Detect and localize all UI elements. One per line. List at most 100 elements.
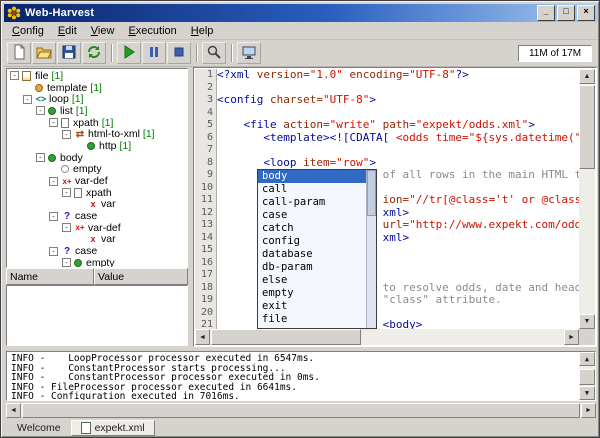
pause-icon [146, 44, 162, 63]
tree-node-case[interactable]: -?case [7, 210, 187, 222]
tree-node-count: [1] [72, 93, 84, 105]
tree-node-empty[interactable]: empty [7, 164, 187, 176]
autocomplete-list: bodycallcall-paramcasecatchconfigdatabas… [258, 170, 367, 328]
run-button[interactable] [117, 42, 141, 64]
autocomplete-item-catch[interactable]: catch [258, 222, 367, 235]
tab-expekt-xml[interactable]: expekt.xml [71, 420, 155, 436]
menu-edit[interactable]: Edit [51, 23, 84, 39]
tree-expander-icon[interactable]: - [36, 153, 45, 162]
autocomplete-item-database[interactable]: database [258, 248, 367, 261]
autocomplete-item-db-param[interactable]: db-param [258, 261, 367, 274]
menu-view[interactable]: View [84, 23, 122, 39]
bottom-horizontal-scrollbar[interactable]: ◄ ► [6, 403, 596, 418]
scroll-up-icon[interactable]: ▲ [585, 355, 589, 363]
code-segment: ion= [383, 193, 410, 206]
open-config-button[interactable] [32, 42, 56, 64]
maximize-button[interactable]: □ [557, 5, 575, 21]
titlebar[interactable]: Web-Harvest _ □ × [4, 4, 598, 22]
tree-expander-icon[interactable]: - [49, 212, 58, 221]
editor-hscroll-thumb[interactable] [211, 329, 361, 345]
scroll-right-icon[interactable]: ► [568, 334, 575, 341]
tree-node-html-to-xml[interactable]: -⇄html-to-xml[1] [7, 128, 187, 140]
scroll-left-icon[interactable]: ◄ [10, 407, 17, 414]
tree-node-xpath[interactable]: -xpath [7, 187, 187, 199]
save-icon [61, 44, 77, 63]
var-icon: x [87, 199, 99, 209]
log-vertical-scrollbar[interactable]: ▲ ▼ [579, 352, 595, 400]
tree-expander-icon[interactable]: - [36, 106, 45, 115]
save-config-button[interactable] [57, 42, 81, 64]
scroll-up-icon[interactable]: ▲ [584, 73, 591, 80]
tree-node-var-def[interactable]: -x+var-def [7, 222, 187, 234]
log-vscroll-thumb[interactable] [579, 369, 595, 385]
line-number: 7 [195, 144, 213, 157]
tree-node-case[interactable]: -?case [7, 245, 187, 257]
menu-config[interactable]: Config [5, 23, 51, 39]
tree-expander-icon[interactable]: - [23, 95, 32, 104]
tree-expander-icon[interactable]: - [10, 71, 19, 80]
tree-expander-icon[interactable]: - [62, 258, 71, 267]
tree-node-template[interactable]: template[1] [7, 82, 187, 94]
minimize-button[interactable]: _ [537, 5, 555, 21]
editor-vertical-scrollbar[interactable]: ▲ ▼ [579, 69, 595, 329]
code-segment: "expekt/odds.xml" [416, 118, 529, 131]
tree-expander-icon[interactable]: - [49, 247, 58, 256]
autocomplete-item-body[interactable]: body [258, 170, 367, 183]
open-folder-icon [36, 44, 52, 63]
autocomplete-item-file[interactable]: file [258, 313, 367, 326]
tree-node-var-def[interactable]: -x+var-def [7, 175, 187, 187]
scroll-down-icon[interactable]: ▼ [585, 389, 589, 397]
autocomplete-item-empty[interactable]: empty [258, 287, 367, 300]
tree-node-body[interactable]: -body [7, 152, 187, 164]
autocomplete-item-call-param[interactable]: call-param [258, 196, 367, 209]
editor-vscroll-thumb[interactable] [579, 85, 595, 169]
editor-horizontal-scrollbar[interactable]: ◄ ► [195, 329, 579, 345]
column-header-name[interactable]: Name [6, 268, 94, 285]
menu-help[interactable]: Help [184, 23, 221, 39]
pause-button[interactable] [142, 42, 166, 64]
code-line: <?xml version="1.0" encoding="UTF-8"?> [217, 69, 579, 82]
scroll-right-icon[interactable]: ► [585, 407, 592, 414]
code-segment: <?xml [217, 69, 257, 81]
scroll-down-icon[interactable]: ▼ [584, 318, 591, 325]
column-header-value[interactable]: Value [94, 268, 188, 285]
tree-node-list[interactable]: -list[1] [7, 105, 187, 117]
tree-node-loop[interactable]: -<>loop[1] [7, 93, 187, 105]
new-config-button[interactable] [7, 42, 31, 64]
tree-node-file[interactable]: -file[1] [7, 70, 187, 82]
runtime-config-button[interactable] [237, 42, 261, 64]
autocomplete-item-config[interactable]: config [258, 235, 367, 248]
bottom-hscroll-thumb[interactable] [22, 403, 580, 418]
tree-node-http[interactable]: http[1] [7, 140, 187, 152]
refresh-config-button[interactable] [82, 42, 106, 64]
tree-node-empty[interactable]: -empty [7, 257, 187, 268]
autocomplete-item-else[interactable]: else [258, 274, 367, 287]
autocomplete-scrollbar[interactable] [366, 170, 376, 328]
stop-button[interactable] [167, 42, 191, 64]
tree-node-var[interactable]: xvar [7, 199, 187, 211]
menu-execution[interactable]: Execution [121, 23, 183, 39]
config-tree: -file[1]template[1]-<>loop[1]-list[1]-xp… [6, 68, 188, 268]
tree-node-label: xpath [73, 117, 99, 129]
editor-panel: 123456789101112131415161718192021 bodyca… [193, 67, 597, 347]
tree-expander-icon[interactable]: - [62, 223, 71, 232]
tree-expander-icon[interactable]: - [49, 118, 58, 127]
code-editor[interactable]: bodycallcall-paramcasecatchconfigdatabas… [217, 69, 579, 329]
autocomplete-scroll-thumb[interactable] [367, 170, 376, 216]
tree-node-var[interactable]: xvar [7, 234, 187, 246]
autocomplete-item-case[interactable]: case [258, 209, 367, 222]
tree-expander-icon[interactable]: - [62, 130, 71, 139]
tab-welcome[interactable]: Welcome [8, 420, 70, 436]
close-button[interactable]: × [577, 5, 595, 21]
tree-expander-icon[interactable]: - [62, 188, 71, 197]
line-number: 10 [195, 182, 213, 195]
view-log-button[interactable] [202, 42, 226, 64]
tree-node-xpath[interactable]: -xpath[1] [7, 117, 187, 129]
scroll-left-icon[interactable]: ◄ [199, 334, 206, 341]
autocomplete-item-exit[interactable]: exit [258, 300, 367, 313]
tree-expander-icon[interactable]: - [49, 177, 58, 186]
monitor-icon [241, 44, 257, 63]
code-indent [217, 131, 263, 144]
autocomplete-item-call[interactable]: call [258, 183, 367, 196]
code-segment: <![CDATA[ [330, 131, 396, 144]
